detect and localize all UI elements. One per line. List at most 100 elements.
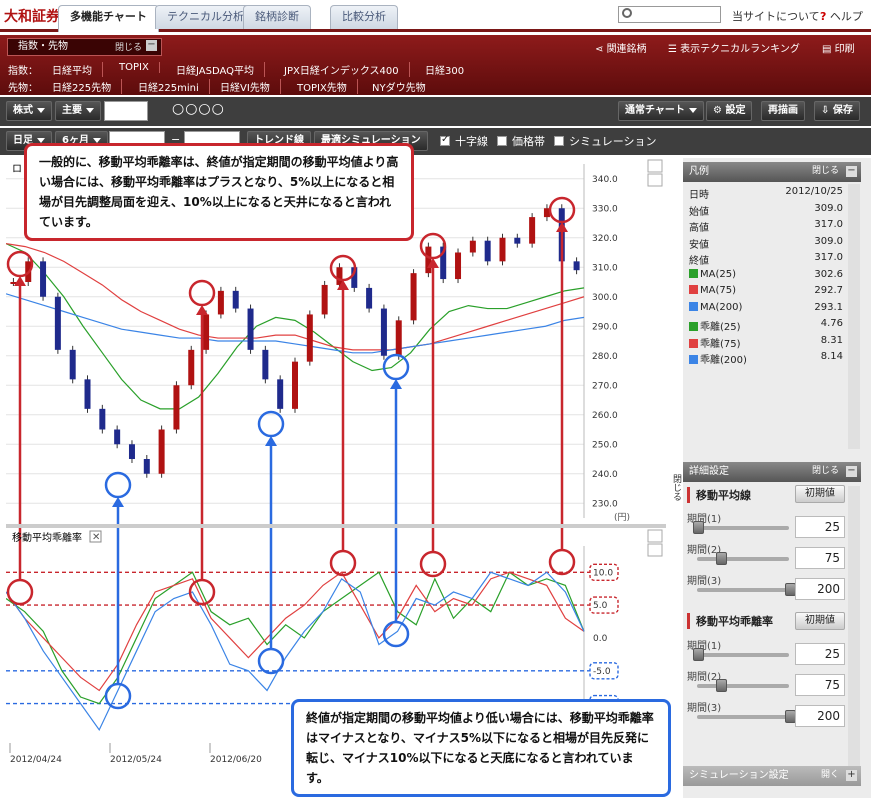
zoom-down-icon[interactable] [647, 173, 663, 187]
chevron-down-icon [92, 137, 101, 143]
period-slider-track[interactable] [697, 715, 789, 719]
legend-label: 終値 [689, 256, 709, 267]
period-slider-track[interactable] [697, 653, 789, 657]
legend-close-button[interactable]: 閉じる [812, 162, 839, 181]
panel-divider[interactable] [6, 524, 666, 528]
help-link[interactable]: ? ヘルプ [820, 8, 863, 24]
deviation-panel-title: 移動平均乖離率 [12, 531, 82, 544]
minus-icon[interactable]: − [846, 466, 857, 477]
simulation-open-button[interactable]: 開く [821, 766, 839, 785]
legend-row: 安値 309.0 [687, 234, 843, 251]
index-nikkei300[interactable]: 日経300 [425, 62, 474, 77]
period-value-input[interactable]: 200 [795, 705, 845, 727]
ranking-label: 表示テクニカルランキング [680, 44, 800, 55]
period-slider-track[interactable] [697, 557, 789, 561]
search-input[interactable] [618, 6, 721, 23]
tab-multi-chart[interactable]: 多機能チャート [58, 5, 159, 32]
settings-button[interactable]: ⚙ 設定 [706, 101, 753, 121]
arrow-head [112, 497, 124, 507]
related-stocks-button[interactable]: ⋖ 関連銘柄 [595, 40, 647, 55]
market-select[interactable]: 株式 [6, 101, 52, 121]
candlestick [336, 267, 343, 285]
period-slider-handle[interactable] [716, 679, 727, 692]
candlestick [514, 237, 521, 244]
period-slider-track[interactable] [697, 684, 789, 688]
future-nydow[interactable]: NYダウ先物 [372, 79, 436, 94]
future-nikkei225mini[interactable]: 日経225mini [138, 79, 210, 94]
legend-label: MA(75) [689, 285, 736, 296]
about-site-link[interactable]: 当サイトについて [732, 8, 820, 24]
chevron-down-icon [37, 137, 45, 143]
period-value-input[interactable]: 200 [795, 578, 845, 600]
arrow-head [265, 436, 277, 446]
tab-technical-analysis[interactable]: テクニカル分析 [155, 5, 256, 29]
period-value-input[interactable]: 25 [795, 643, 845, 665]
exchange-select[interactable]: 主要 [55, 101, 101, 121]
crosshair-checkbox[interactable] [440, 134, 450, 146]
collapse-panel-tab[interactable]: 閉じる [669, 474, 681, 501]
period-value-input[interactable]: 25 [795, 516, 845, 538]
plus-icon[interactable]: + [846, 770, 857, 781]
period-slider-handle[interactable] [693, 648, 704, 661]
candlestick [366, 287, 373, 309]
dev-zoom-down-icon[interactable] [647, 543, 663, 557]
date-tick-label: 2012/05/24 [110, 755, 162, 765]
chevron-down-icon [37, 107, 45, 113]
details-close-button[interactable]: 閉じる [812, 462, 839, 481]
save-label: 保存 [832, 105, 853, 116]
simulation-header[interactable]: シミュレーション設定 開く + [683, 766, 861, 786]
price-tick-label: 310.0 [592, 263, 618, 273]
candlestick [455, 252, 462, 280]
stock-code-input[interactable] [104, 101, 148, 121]
chart-type-select[interactable]: 通常チャート [618, 101, 704, 121]
simulation-checkbox[interactable] [554, 136, 564, 146]
legend-scrollbar[interactable] [848, 184, 860, 449]
price-band-label: 価格帯 [512, 135, 545, 148]
dev-reset-button[interactable]: 初期値 [795, 612, 845, 630]
legend-row: 乖離(75) 8.31 [687, 333, 843, 350]
deviation-tick-label: 10.0 [593, 568, 613, 578]
period-slider-handle[interactable] [716, 552, 727, 565]
minus-icon[interactable]: − [846, 166, 857, 177]
tab-comparison[interactable]: 比較分析 [330, 5, 398, 29]
tab-stock-diagnosis[interactable]: 銘柄診断 [243, 5, 311, 29]
candlestick [203, 314, 210, 350]
candlestick [143, 459, 150, 474]
print-button[interactable]: ▤ 印刷 [822, 40, 855, 55]
price-tick-label: 250.0 [592, 440, 618, 450]
period-value-input[interactable]: 75 [795, 674, 845, 696]
indices-close-button[interactable]: 閉じる [115, 40, 142, 53]
daiwa-logo[interactable]: 大和証券 [4, 6, 60, 26]
indices-row-label: 指数： [8, 66, 38, 77]
candlestick [306, 314, 313, 362]
dev-zoom-up-icon[interactable] [647, 529, 663, 543]
legend-value: 4.76 [820, 318, 843, 329]
period-slider-track[interactable] [697, 526, 789, 530]
future-topix[interactable]: TOPIX先物 [297, 79, 358, 94]
index-topix[interactable]: TOPIX [119, 62, 160, 73]
details-scrollbar[interactable] [848, 486, 860, 766]
period-slider-handle[interactable] [693, 521, 704, 534]
print-icon: ▤ [822, 44, 835, 55]
minus-icon[interactable]: − [146, 40, 157, 51]
index-jasdaq[interactable]: 日経JASDAQ平均 [176, 62, 266, 77]
candlestick [380, 308, 387, 356]
future-nikkei225[interactable]: 日経225先物 [52, 79, 123, 94]
index-jpx400[interactable]: JPX日経インデックス400 [284, 62, 410, 77]
index-nikkei[interactable]: 日経平均 [52, 62, 103, 77]
period-slider-track[interactable] [697, 588, 789, 592]
peak-marker [6, 578, 34, 606]
future-nikkei-vi[interactable]: 日経VI先物 [220, 79, 281, 94]
candlestick [40, 261, 47, 297]
ma-reset-button[interactable]: 初期値 [795, 485, 845, 503]
price-band-checkbox[interactable] [497, 136, 507, 146]
legend-swatch [689, 355, 698, 364]
candlestick [247, 308, 254, 350]
period-value-input[interactable]: 75 [795, 547, 845, 569]
save-button[interactable]: ⇩ 保存 [814, 101, 860, 121]
technical-ranking-button[interactable]: ☰ 表示テクニカルランキング [668, 40, 800, 55]
zoom-up-icon[interactable] [647, 159, 663, 173]
legend-value: 292.7 [814, 285, 843, 296]
legend-title: 凡例 [689, 166, 709, 177]
redraw-button[interactable]: 再描画 [761, 101, 805, 121]
